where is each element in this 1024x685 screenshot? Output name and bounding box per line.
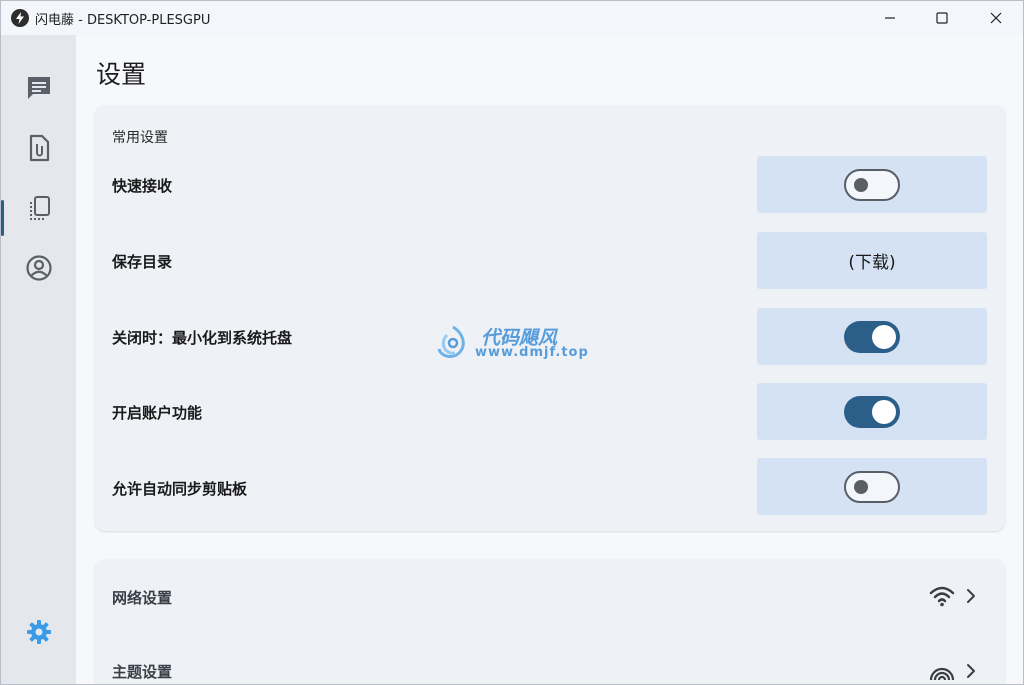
minimize-to-tray-label: 关闭时：最小化到系统托盘: [112, 329, 293, 347]
enable-account-label: 开启账户功能: [112, 404, 203, 422]
toggle-knob: [854, 177, 868, 192]
enable-account-toggle[interactable]: [844, 395, 900, 428]
toggle-knob: [854, 479, 868, 494]
theme-settings-label: 主题设置: [112, 663, 173, 681]
account-icon: [25, 255, 52, 281]
minimize-icon: [885, 17, 895, 19]
clipboard-sync-control: [757, 458, 987, 515]
save-directory-value: (下载): [848, 253, 896, 273]
network-settings-label: 网络设置: [112, 589, 173, 607]
window-title: 闪电藤 - DESKTOP-PLESGPU: [35, 12, 211, 28]
chevron-right-icon: [967, 589, 975, 603]
theme-icon: [929, 667, 955, 681]
app-logo-icon: [11, 9, 29, 27]
file-attachment-icon: [29, 134, 49, 162]
save-directory-button[interactable]: (下载): [757, 232, 987, 289]
sidebar-item-account[interactable]: [1, 243, 76, 293]
title-bar: 闪电藤 - DESKTOP-PLESGPU: [1, 1, 1023, 35]
close-icon: [990, 12, 1002, 24]
quick-receive-toggle[interactable]: [844, 168, 900, 201]
watermark: 代码飓风 www.dmjf.top: [433, 323, 603, 368]
clipboard-sync-toggle[interactable]: [844, 470, 900, 503]
sidebar-item-settings[interactable]: [1, 607, 76, 657]
watermark-url: www.dmjf.top: [475, 345, 589, 360]
enable-account-control: [757, 383, 987, 440]
minimize-to-tray-control: [757, 308, 987, 365]
common-settings-card: 常用设置 快速接收 保存目录 (下载) 关闭时：最小化到系统托盘 开启账户功能: [95, 105, 1005, 531]
toggle-knob: [872, 324, 896, 349]
page-title: 设置: [96, 60, 147, 89]
network-settings-item[interactable]: 网络设置: [95, 559, 1005, 634]
message-icon: [27, 77, 50, 99]
app-window: 闪电藤 - DESKTOP-PLESGPU 设置 常用设置 快速接收 保存目录 …: [0, 0, 1024, 685]
card-title: 常用设置: [112, 130, 168, 146]
sidebar-item-messages[interactable]: [1, 63, 76, 113]
minimize-to-tray-toggle[interactable]: [844, 320, 900, 353]
sidebar-item-clipboard[interactable]: [1, 183, 76, 233]
minimize-button[interactable]: [863, 1, 917, 35]
more-settings-card: 网络设置 主题设置: [95, 559, 1005, 684]
quick-receive-label: 快速接收: [112, 177, 173, 195]
close-button[interactable]: [969, 1, 1023, 35]
theme-settings-item[interactable]: 主题设置: [95, 634, 1005, 684]
toggle-knob: [872, 399, 896, 424]
wifi-icon: [929, 586, 955, 607]
sidebar: [1, 35, 76, 684]
watermark-logo-icon: [437, 325, 465, 358]
quick-receive-control: [757, 156, 987, 213]
clipboard-history-icon: [29, 196, 50, 220]
gear-icon: [26, 620, 51, 644]
maximize-icon: [936, 12, 948, 24]
save-directory-label: 保存目录: [112, 253, 173, 271]
chevron-right-icon: [967, 664, 975, 678]
sidebar-item-files[interactable]: [1, 123, 76, 173]
clipboard-sync-label: 允许自动同步剪贴板: [112, 480, 248, 498]
maximize-button[interactable]: [915, 1, 969, 35]
sidebar-active-indicator: [1, 200, 4, 236]
